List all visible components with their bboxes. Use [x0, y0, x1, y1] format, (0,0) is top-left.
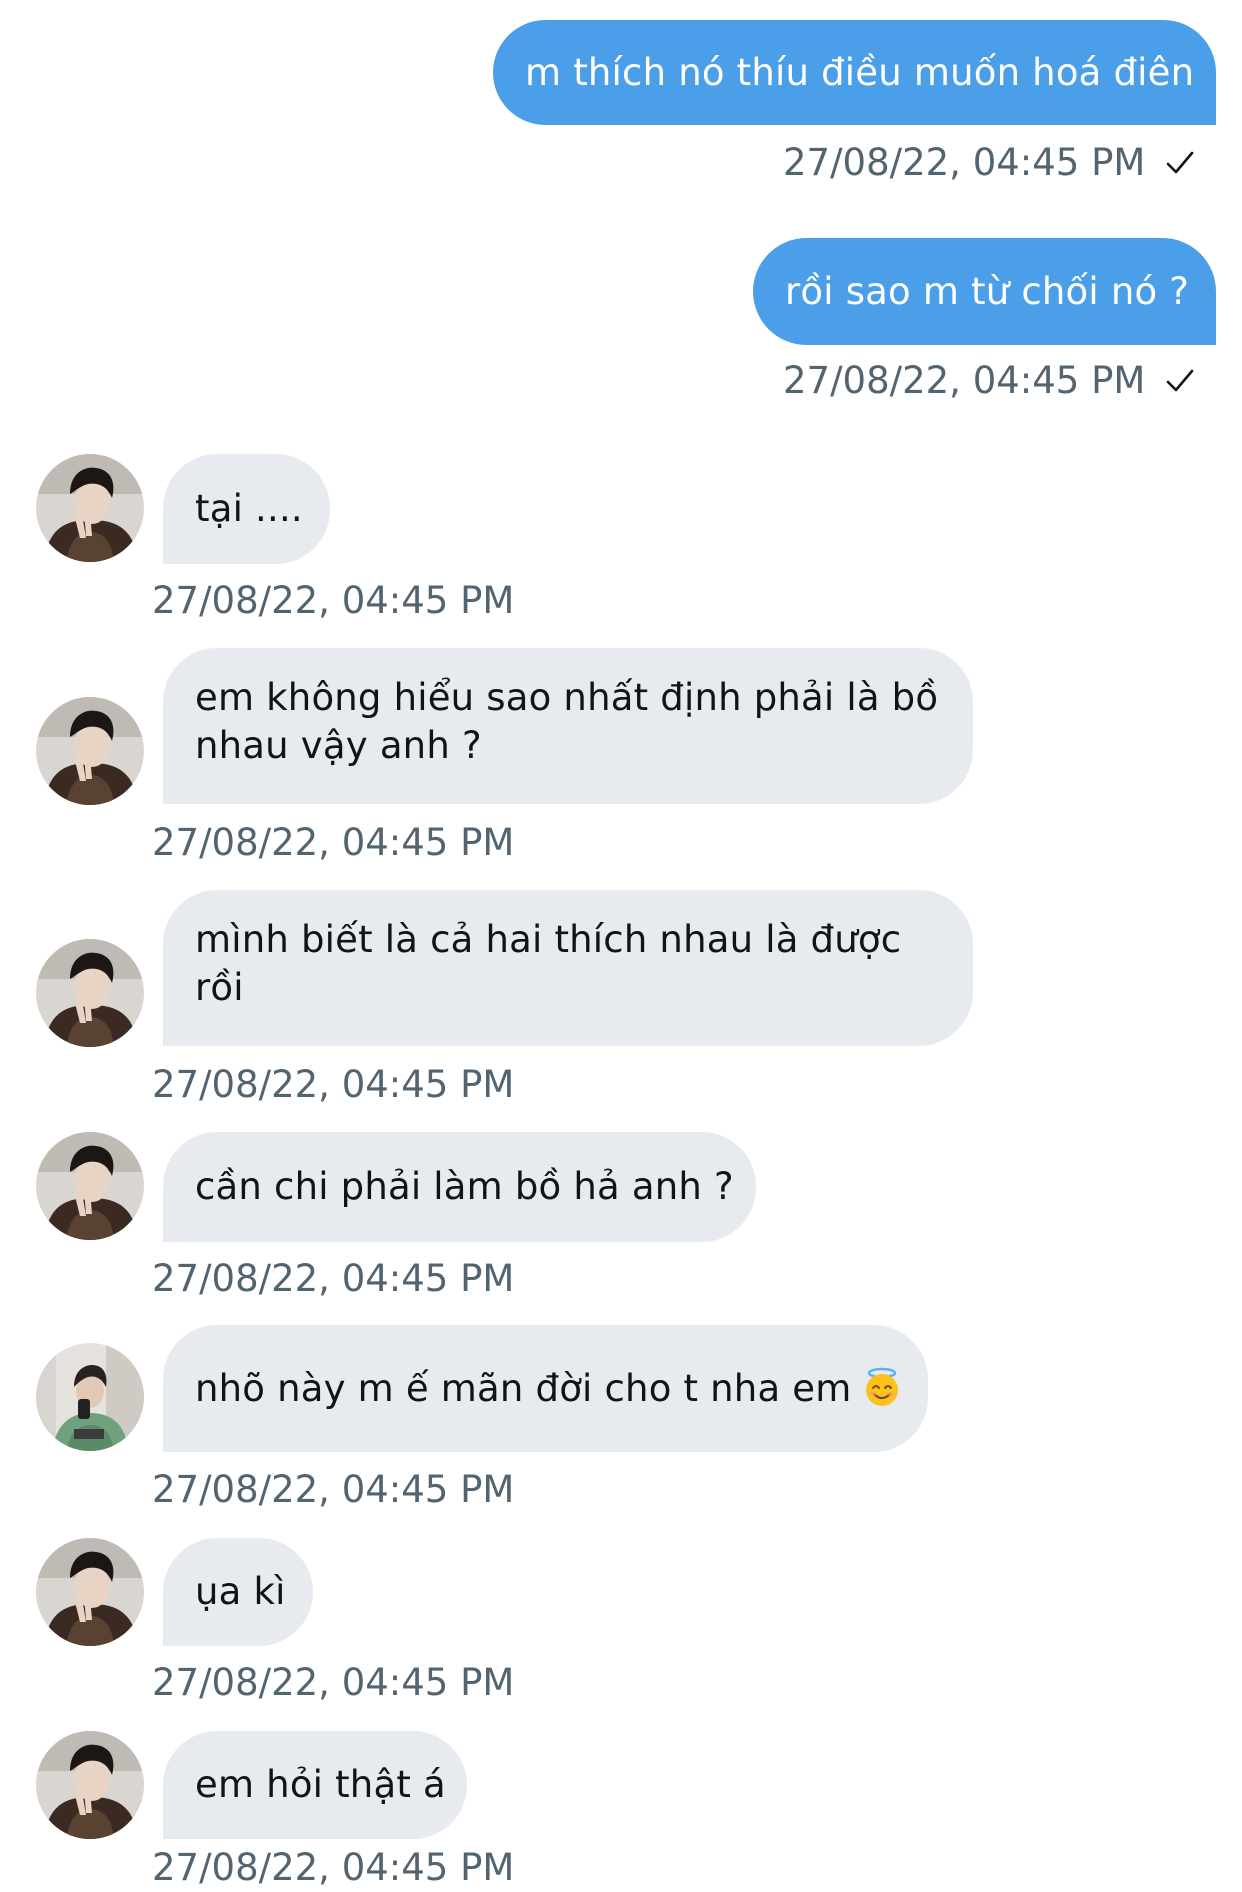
incoming-message-bubble[interactable]: nhõ này m ế mãn đời cho t nha em	[163, 1325, 928, 1452]
timestamp: 27/08/22, 04:45 PM	[152, 1846, 515, 1889]
timestamp: 27/08/22, 04:45 PM	[152, 1468, 515, 1511]
message-text: mình biết là cả hai thích nhau là được r…	[195, 918, 902, 1009]
conversation-thread[interactable]: m thích nó thíu điều muốn hoá điên 27/08…	[0, 0, 1242, 1892]
message-text: em không hiểu sao nhất định phải là bồ n…	[195, 676, 939, 767]
timestamp: 27/08/22, 04:45 PM	[783, 141, 1146, 184]
avatar[interactable]	[36, 1343, 144, 1451]
message-meta: 27/08/22, 04:45 PM	[783, 359, 1195, 403]
avatar[interactable]	[36, 939, 144, 1047]
outgoing-message-bubble[interactable]: m thích nó thíu điều muốn hoá điên	[493, 20, 1216, 125]
incoming-message-bubble[interactable]: ụa kì	[163, 1538, 313, 1646]
incoming-message-bubble[interactable]: mình biết là cả hai thích nhau là được r…	[163, 890, 973, 1046]
message-text: em hỏi thật á	[195, 1763, 446, 1806]
message-text: m thích nó thíu điều muốn hoá điên	[525, 51, 1195, 94]
timestamp: 27/08/22, 04:45 PM	[152, 1063, 515, 1106]
incoming-message-bubble[interactable]: tại ....	[163, 454, 330, 564]
checkmark-icon	[1165, 366, 1195, 396]
message-text: nhõ này m ế mãn đời cho t nha em	[195, 1367, 852, 1410]
avatar[interactable]	[36, 1538, 144, 1646]
timestamp: 27/08/22, 04:45 PM	[152, 579, 515, 622]
smiling-face-with-halo-icon	[862, 1367, 902, 1407]
incoming-message-bubble[interactable]: em không hiểu sao nhất định phải là bồ n…	[163, 648, 973, 804]
timestamp: 27/08/22, 04:45 PM	[152, 1661, 515, 1704]
avatar[interactable]	[36, 697, 144, 805]
avatar[interactable]	[36, 1731, 144, 1839]
avatar[interactable]	[36, 1132, 144, 1240]
message-meta: 27/08/22, 04:45 PM	[783, 141, 1195, 185]
timestamp: 27/08/22, 04:45 PM	[783, 359, 1146, 402]
timestamp: 27/08/22, 04:45 PM	[152, 1257, 515, 1300]
message-text: tại ....	[195, 487, 303, 530]
message-text: cần chi phải làm bồ hả anh ?	[195, 1165, 734, 1208]
message-text: rồi sao m từ chối nó ?	[785, 270, 1190, 313]
checkmark-icon	[1165, 148, 1195, 178]
message-text: ụa kì	[195, 1570, 286, 1613]
incoming-message-bubble[interactable]: em hỏi thật á	[163, 1731, 467, 1839]
outgoing-message-bubble[interactable]: rồi sao m từ chối nó ?	[753, 238, 1216, 345]
avatar[interactable]	[36, 454, 144, 562]
incoming-message-bubble[interactable]: cần chi phải làm bồ hả anh ?	[163, 1132, 756, 1242]
timestamp: 27/08/22, 04:45 PM	[152, 821, 515, 864]
